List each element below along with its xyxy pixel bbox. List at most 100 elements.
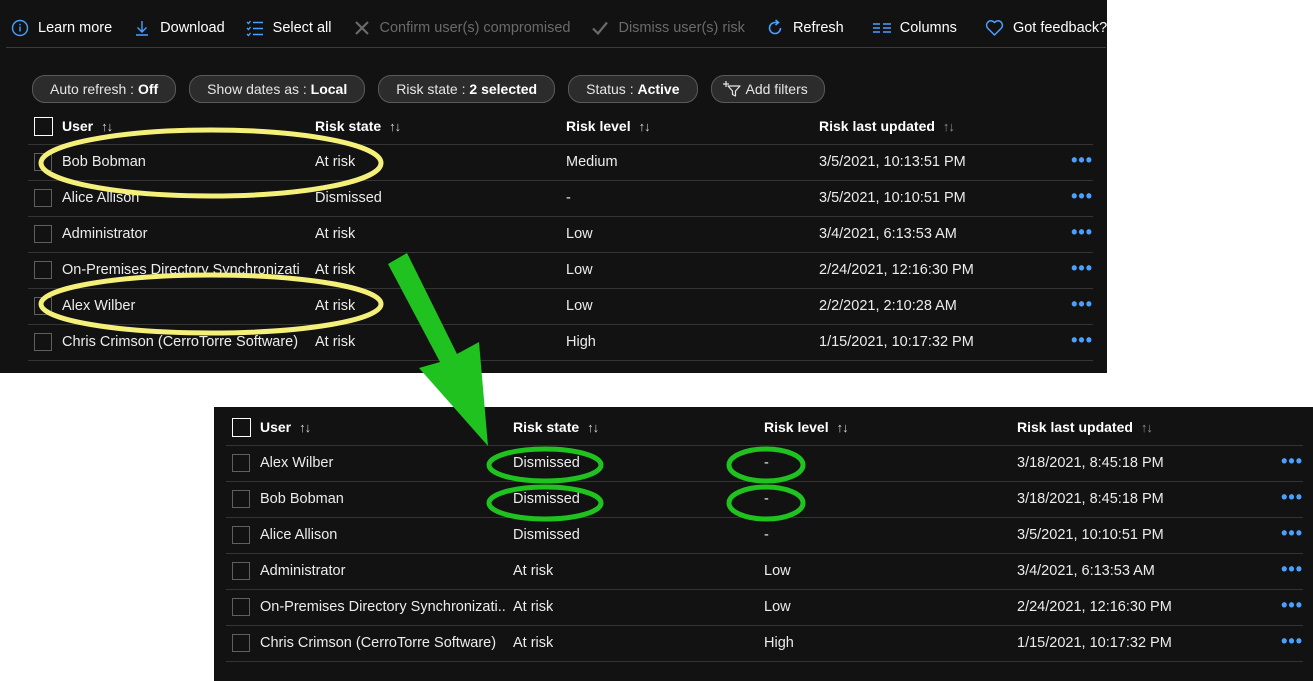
dismiss-risk-label: Dismiss user(s) risk: [618, 20, 745, 36]
risk-state-cell: Dismissed: [513, 455, 580, 471]
row-checkbox[interactable]: [34, 297, 52, 315]
table-row[interactable]: On-Premises Directory Synchronizati At ri…: [28, 253, 1093, 289]
table-row[interactable]: Alice Allison Dismissed - 3/5/2021, 10:10:5…: [226, 518, 1303, 554]
more-options-icon[interactable]: •••: [1071, 145, 1093, 180]
refresh-button[interactable]: Refresh: [755, 11, 854, 45]
columns-button[interactable]: Columns: [862, 11, 967, 45]
user-cell[interactable]: Bob Bobman: [260, 482, 505, 517]
column-header-user[interactable]: User ↑↓: [260, 410, 310, 445]
confirm-compromised-button[interactable]: Confirm user(s) compromised: [342, 11, 581, 45]
columns-label: Columns: [899, 20, 957, 36]
column-header-risk-last-updated[interactable]: Risk last updated ↑↓: [1017, 410, 1152, 445]
user-cell[interactable]: Chris Crimson (CerroTorre Software): [62, 325, 307, 360]
table-body: Alex Wilber Dismissed - 3/18/2021, 8:45:18 …: [226, 446, 1303, 662]
risk-level-cell: -: [764, 527, 769, 543]
filter-bar: Auto refresh : Off Show dates as : Local…: [32, 75, 825, 103]
more-options-icon[interactable]: •••: [1071, 181, 1093, 216]
row-checkbox[interactable]: [232, 634, 250, 652]
more-options-icon[interactable]: •••: [1281, 554, 1303, 589]
row-checkbox[interactable]: [34, 153, 52, 171]
row-checkbox[interactable]: [34, 333, 52, 351]
table-row[interactable]: Alex Wilber Dismissed - 3/18/2021, 8:45:18 …: [226, 446, 1303, 482]
user-cell[interactable]: Chris Crimson (CerroTorre Software): [260, 626, 505, 661]
auto-refresh-filter[interactable]: Auto refresh : Off: [32, 75, 177, 103]
more-options-icon[interactable]: •••: [1281, 590, 1303, 625]
row-checkbox[interactable]: [232, 526, 250, 544]
user-cell[interactable]: On-Premises Directory Synchronizati: [62, 253, 307, 288]
column-header-user[interactable]: User ↑↓: [62, 109, 112, 144]
table-row[interactable]: On-Premises Directory Synchronizati... At…: [226, 590, 1303, 626]
table-row[interactable]: Chris Crimson (CerroTorre Software) At ri…: [28, 325, 1093, 361]
column-header-risk-state[interactable]: Risk state ↑↓: [315, 109, 400, 144]
table-header: User ↑↓ Risk state ↑↓ Risk level ↑↓ Risk la…: [28, 109, 1093, 145]
select-all-checkbox[interactable]: [232, 418, 251, 437]
risk-state-cell: At risk: [315, 226, 356, 242]
sort-icon: ↑↓: [638, 119, 650, 134]
table-row[interactable]: Bob Bobman At risk Medium 3/5/2021, 10:13:5…: [28, 145, 1093, 181]
more-options-icon[interactable]: •••: [1071, 253, 1093, 288]
table-row[interactable]: Alex Wilber At risk Low 2/2/2021, 2:10:28 A…: [28, 289, 1093, 325]
show-dates-filter[interactable]: Show dates as : Local: [189, 75, 366, 103]
user-cell[interactable]: Administrator: [260, 554, 505, 589]
select-all-button[interactable]: Select all: [235, 11, 342, 45]
row-checkbox[interactable]: [232, 598, 250, 616]
row-checkbox[interactable]: [232, 562, 250, 580]
more-options-icon[interactable]: •••: [1071, 217, 1093, 252]
learn-more-button[interactable]: Learn more: [0, 11, 122, 45]
column-header-risk-state[interactable]: Risk state ↑↓: [513, 410, 598, 445]
status-filter[interactable]: Status : Active: [568, 75, 698, 103]
column-header-risk-level[interactable]: Risk level ↑↓: [566, 109, 650, 144]
dismiss-risk-button[interactable]: Dismiss user(s) risk: [580, 11, 754, 45]
column-header-risk-level[interactable]: Risk level ↑↓: [764, 410, 848, 445]
row-checkbox[interactable]: [34, 261, 52, 279]
risk-level-cell: Low: [566, 262, 593, 278]
close-icon: [352, 18, 372, 38]
risk-level-cell: High: [566, 334, 596, 350]
sort-icon: ↑↓: [299, 420, 311, 435]
more-options-icon[interactable]: •••: [1281, 518, 1303, 553]
more-options-icon[interactable]: •••: [1071, 289, 1093, 324]
user-cell[interactable]: On-Premises Directory Synchronizati...: [260, 590, 505, 625]
row-checkbox[interactable]: [232, 454, 250, 472]
user-cell[interactable]: Bob Bobman: [62, 145, 307, 180]
row-checkbox[interactable]: [34, 225, 52, 243]
risk-level-cell: -: [764, 455, 769, 471]
user-cell[interactable]: Alice Allison: [260, 518, 505, 553]
download-icon: [132, 18, 152, 38]
row-checkbox[interactable]: [34, 189, 52, 207]
table-row[interactable]: Alice Allison Dismissed - 3/5/2021, 10:10:5…: [28, 181, 1093, 217]
refresh-icon: [765, 18, 785, 38]
select-all-label: Select all: [272, 20, 332, 36]
risk-last-updated-cell: 3/4/2021, 6:13:53 AM: [1017, 563, 1155, 579]
add-filters-button[interactable]: Add filters: [710, 75, 825, 103]
user-cell[interactable]: Alex Wilber: [62, 289, 307, 324]
risky-users-table-before: User ↑↓ Risk state ↑↓ Risk level ↑↓ Risk la…: [28, 109, 1093, 361]
sort-icon: ↑↓: [389, 119, 401, 134]
user-cell[interactable]: Alice Allison: [62, 181, 307, 216]
download-button[interactable]: Download: [122, 11, 235, 45]
table-row[interactable]: Administrator At risk Low 3/4/2021, 6:13:53…: [28, 217, 1093, 253]
table-row[interactable]: Bob Bobman Dismissed - 3/18/2021, 8:45:18 P…: [226, 482, 1303, 518]
risk-state-filter[interactable]: Risk state : 2 selected: [378, 75, 556, 103]
table-row[interactable]: Administrator At risk Low 3/4/2021, 6:13:53…: [226, 554, 1303, 590]
column-header-risk-last-updated[interactable]: Risk last updated ↑↓: [819, 109, 954, 144]
command-bar: Learn more Download Select all Confirm u…: [0, 10, 1107, 46]
select-all-checkbox[interactable]: [34, 117, 53, 136]
more-options-icon[interactable]: •••: [1281, 626, 1303, 661]
more-options-icon[interactable]: •••: [1281, 482, 1303, 517]
table-row[interactable]: Chris Crimson (CerroTorre Software) At ri…: [226, 626, 1303, 662]
risk-state-cell: Dismissed: [513, 527, 580, 543]
sort-icon: ↑↓: [1140, 420, 1152, 435]
risk-last-updated-cell: 3/18/2021, 8:45:18 PM: [1017, 491, 1164, 507]
row-checkbox[interactable]: [232, 490, 250, 508]
status-filter-value: Active: [637, 81, 680, 97]
more-options-icon[interactable]: •••: [1071, 325, 1093, 360]
table-body: Bob Bobman At risk Medium 3/5/2021, 10:13:5…: [28, 145, 1093, 361]
more-options-icon[interactable]: •••: [1281, 446, 1303, 481]
user-cell[interactable]: Alex Wilber: [260, 446, 505, 481]
risk-state-cell: At risk: [315, 334, 356, 350]
user-cell[interactable]: Administrator: [62, 217, 307, 252]
risk-state-cell: At risk: [513, 599, 554, 615]
feedback-button[interactable]: Got feedback?: [975, 11, 1107, 45]
risk-state-cell: At risk: [315, 298, 356, 314]
